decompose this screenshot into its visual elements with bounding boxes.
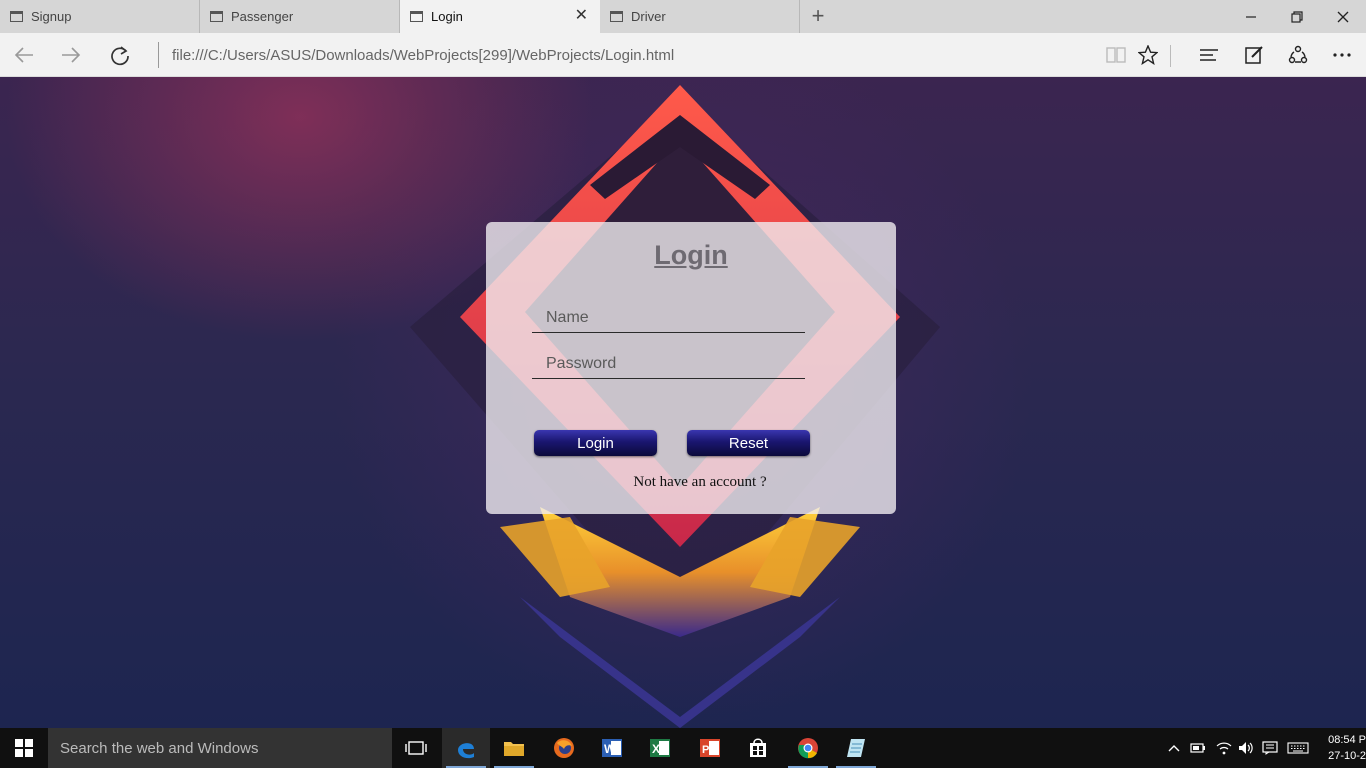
firefox-app[interactable]: [540, 728, 588, 768]
tab-login[interactable]: Login ✕: [400, 0, 600, 33]
reset-button[interactable]: Reset: [687, 430, 810, 456]
task-view-icon: [405, 741, 427, 755]
tab-label: Driver: [631, 9, 666, 24]
tab-bar: Signup Passenger Login ✕ Driver +: [0, 0, 1366, 33]
notepad-app[interactable]: [832, 728, 880, 768]
chrome-icon: [798, 738, 818, 759]
divider: [1170, 45, 1171, 67]
edge-app[interactable]: [442, 728, 490, 768]
close-icon: [1337, 11, 1349, 22]
svg-text:X: X: [652, 742, 660, 756]
clock-time: 08:54 P: [1328, 734, 1366, 746]
speaker-icon: [1239, 742, 1253, 754]
notification-icon: [1262, 741, 1278, 755]
keyboard-button[interactable]: [1284, 728, 1312, 768]
page-icon: [10, 11, 23, 22]
login-form: Login Login Reset Not have an account ?: [486, 222, 896, 514]
arrow-left-icon: [14, 47, 33, 63]
tab-passenger[interactable]: Passenger: [200, 0, 400, 33]
volume-button[interactable]: [1234, 728, 1258, 768]
login-title: Login: [654, 240, 728, 270]
more-button[interactable]: [1326, 39, 1358, 71]
restore-button[interactable]: [1274, 0, 1320, 33]
presentation-icon: P: [700, 739, 720, 757]
hub-icon: [1200, 49, 1218, 61]
minimize-icon: [1246, 15, 1256, 18]
word-app[interactable]: W: [588, 728, 636, 768]
show-hidden-icons-button[interactable]: [1164, 728, 1184, 768]
task-view-button[interactable]: [392, 728, 440, 768]
powerpoint-app[interactable]: P: [686, 728, 734, 768]
page-icon: [410, 11, 423, 22]
name-input[interactable]: [532, 303, 805, 333]
svg-text:P: P: [702, 744, 709, 756]
close-window-button[interactable]: [1320, 0, 1366, 33]
refresh-button[interactable]: [104, 39, 136, 71]
excel-icon: X: [650, 739, 670, 757]
restore-icon: [1291, 10, 1303, 23]
windows-logo-icon: [15, 739, 33, 757]
store-app[interactable]: [734, 728, 782, 768]
chrome-app[interactable]: [784, 728, 832, 768]
refresh-icon: [111, 46, 129, 66]
url-field[interactable]: file:///C:/Users/ASUS/Downloads/WebProje…: [172, 47, 674, 64]
star-icon: [1138, 45, 1158, 65]
edge-icon: [458, 743, 474, 759]
firefox-icon: [554, 738, 574, 758]
tab-label: Login: [431, 9, 463, 24]
close-tab-icon[interactable]: ✕: [575, 8, 588, 24]
start-button[interactable]: [0, 728, 48, 768]
excel-app[interactable]: X: [636, 728, 684, 768]
svg-text:W: W: [604, 742, 616, 756]
page-icon: [610, 11, 623, 22]
file-explorer-app[interactable]: [490, 728, 538, 768]
book-icon: [1106, 47, 1126, 63]
favorite-button[interactable]: [1132, 39, 1164, 71]
address-bar: file:///C:/Users/ASUS/Downloads/WebProje…: [0, 33, 1366, 77]
word-icon: W: [602, 739, 622, 757]
notepad-icon: [847, 739, 865, 757]
forward-button[interactable]: [55, 39, 87, 71]
store-bag-icon: [750, 738, 766, 757]
divider: [158, 42, 159, 68]
password-input[interactable]: [532, 349, 805, 379]
keyboard-icon: [1287, 742, 1309, 754]
arrow-right-icon: [62, 47, 81, 63]
new-tab-button[interactable]: +: [806, 3, 830, 29]
minimize-button[interactable]: [1228, 0, 1274, 33]
tab-driver[interactable]: Driver: [600, 0, 800, 33]
web-note-button[interactable]: [1238, 39, 1270, 71]
tab-label: Signup: [31, 9, 72, 24]
share-button[interactable]: [1282, 39, 1314, 71]
signup-link[interactable]: Not have an account ?: [486, 474, 896, 491]
page-background: Login Login Reset Not have an account ?: [0, 77, 1366, 728]
action-center-button[interactable]: [1258, 728, 1282, 768]
share-icon: [1288, 45, 1308, 64]
battery-button[interactable]: [1186, 728, 1210, 768]
taskbar-clock[interactable]: 08:54 P 27-10-2: [1318, 732, 1366, 764]
wifi-icon: [1216, 742, 1232, 755]
pen-icon: [1245, 46, 1263, 64]
folder-icon: [504, 742, 524, 756]
taskbar: Search the web and Windows W X P 08:54 P…: [0, 728, 1366, 768]
clock-date: 27-10-2: [1328, 750, 1366, 762]
taskbar-search-input[interactable]: Search the web and Windows: [48, 728, 392, 768]
battery-icon: [1190, 743, 1205, 753]
chevron-up-icon: [1168, 745, 1180, 752]
hub-button[interactable]: [1193, 39, 1225, 71]
more-icon: [1333, 53, 1351, 57]
wifi-button[interactable]: [1212, 728, 1236, 768]
tab-label: Passenger: [231, 9, 294, 24]
page-icon: [210, 11, 223, 22]
tab-signup[interactable]: Signup: [0, 0, 200, 33]
reading-view-button[interactable]: [1100, 39, 1132, 71]
login-button[interactable]: Login: [534, 430, 657, 456]
back-button[interactable]: [8, 39, 40, 71]
